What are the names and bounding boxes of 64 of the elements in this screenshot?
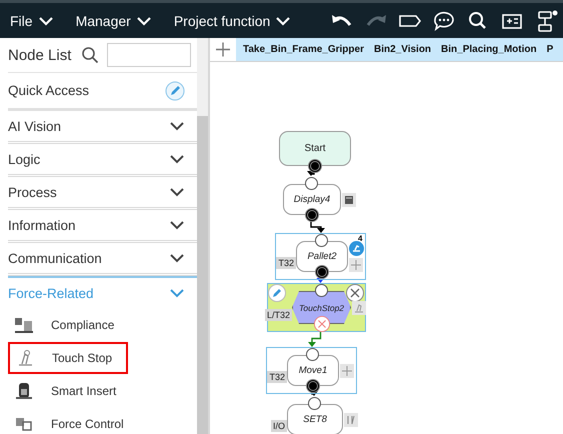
- flow-node[interactable]: TouchStop2: [292, 291, 351, 324]
- close-icon[interactable]: [346, 284, 364, 302]
- plus-icon[interactable]: [340, 364, 354, 378]
- category-label[interactable]: Information: [8, 218, 76, 232]
- connector-arrow: [308, 330, 322, 347]
- blocks-icon: [13, 315, 35, 335]
- node-selection-frame[interactable]: 4 Pallet2 T32: [275, 233, 366, 280]
- node-tag: T32: [276, 257, 296, 269]
- chevron-down-icon: [136, 16, 152, 26]
- menu-button[interactable]: Project function: [174, 12, 292, 28]
- node-list-item[interactable]: Smart Insert: [8, 375, 128, 407]
- panel-title: Node List: [8, 46, 72, 64]
- input-port[interactable]: [308, 397, 321, 410]
- input-port[interactable]: [314, 284, 328, 297]
- chevron-down-icon[interactable]: [169, 187, 185, 197]
- node-tag: I/O: [270, 420, 287, 432]
- flow-node[interactable]: Display4: [283, 184, 341, 215]
- menu-button[interactable]: File: [10, 12, 54, 28]
- search-field[interactable]: [107, 43, 192, 67]
- input-port[interactable]: [305, 177, 318, 190]
- category-label[interactable]: Process: [8, 184, 57, 200]
- scrollbar[interactable]: [197, 38, 208, 434]
- chevron-down-icon[interactable]: [169, 220, 185, 230]
- output-port[interactable]: [315, 265, 329, 279]
- plug-icon: [13, 381, 35, 401]
- node-tag: T32: [267, 371, 287, 383]
- cancel-port[interactable]: [314, 316, 330, 332]
- output-port[interactable]: [305, 208, 319, 222]
- category-label[interactable]: Communication: [8, 250, 102, 266]
- plus-icon[interactable]: [210, 38, 236, 61]
- start-node[interactable]: Start: [279, 131, 351, 166]
- node-tag: L/T32: [264, 309, 292, 321]
- chevron-down-icon: [275, 16, 292, 26]
- pencil-icon[interactable]: [165, 80, 185, 100]
- chevron-down-icon[interactable]: [169, 121, 185, 131]
- pencil-icon[interactable]: [268, 284, 286, 302]
- flow-tab[interactable]: Bin2_Vision: [366, 44, 432, 55]
- io-icon[interactable]: [344, 412, 358, 426]
- category-label: Quick Access: [8, 83, 90, 98]
- count-label: 4: [358, 235, 362, 243]
- node-list-item[interactable]: Touch Stop: [8, 342, 128, 374]
- flow-node[interactable]: SET8: [287, 404, 343, 434]
- flow-tab[interactable]: Bin_Placing_Motion: [434, 44, 537, 55]
- node-selection-frame[interactable]: Move1 T32: [266, 347, 357, 394]
- chevron-down-icon[interactable]: [169, 154, 185, 164]
- flow-node[interactable]: Move1: [287, 355, 339, 386]
- chevron-down-icon[interactable]: [169, 253, 185, 263]
- flow-tab[interactable]: Take_Bin_Frame_Gripper: [236, 44, 364, 55]
- input-port[interactable]: [306, 348, 319, 361]
- node-selection-frame[interactable]: TouchStop2 L/T32: [267, 283, 366, 332]
- input-port[interactable]: [315, 234, 328, 247]
- flow-tab[interactable]: P: [540, 44, 554, 55]
- connector-arrow: [310, 221, 325, 233]
- menu-button[interactable]: Manager: [76, 12, 152, 28]
- chevron-down-icon: [38, 16, 54, 26]
- flow-node[interactable]: Pallet2: [296, 241, 348, 272]
- node-list-item[interactable]: Force Control: [8, 408, 128, 434]
- display-icon[interactable]: [342, 192, 356, 206]
- node-list-item[interactable]: Compliance: [8, 309, 128, 341]
- output-port[interactable]: [306, 379, 320, 393]
- category-label[interactable]: AI Vision: [8, 118, 62, 134]
- robot-icon[interactable]: [349, 241, 364, 256]
- search-icon[interactable]: [81, 46, 100, 64]
- category-label[interactable]: Logic: [8, 152, 40, 166]
